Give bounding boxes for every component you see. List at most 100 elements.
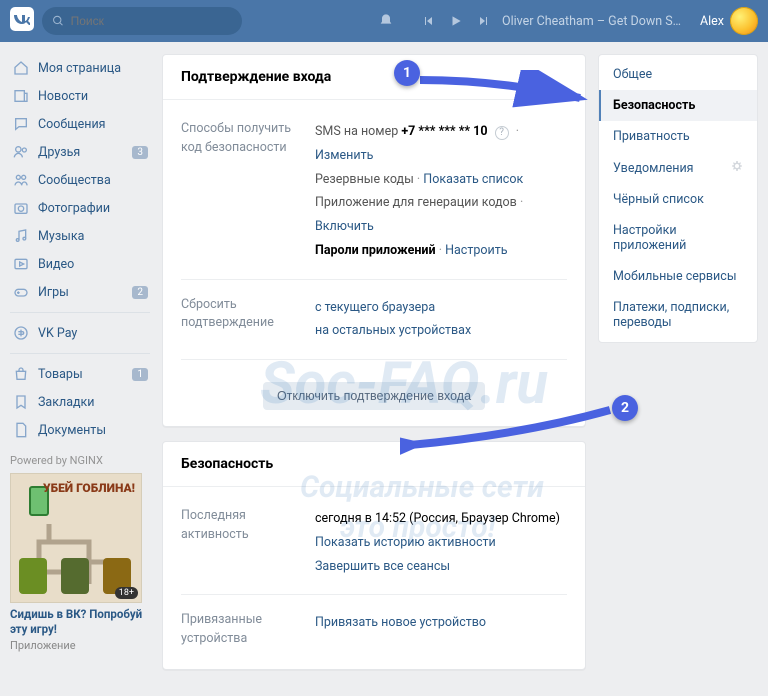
settings-nav-label: Мобильные сервисы	[613, 269, 737, 284]
news-icon	[12, 87, 30, 105]
row-content: SMS на номер +7 *** *** ** 10 ? Изменить…	[315, 120, 567, 263]
chat-icon	[12, 115, 30, 133]
main-layout: Моя страница Новости Сообщения Друзья 3 Сообщ…	[0, 42, 768, 696]
pay-icon	[12, 324, 30, 342]
ad-banner[interactable]: УБЕЙ ГОБЛИНА! 18+	[10, 473, 142, 603]
sms-label: SMS на номер	[315, 124, 398, 139]
settings-nav-item[interactable]: Уведомления	[599, 152, 757, 184]
photo-icon	[12, 199, 30, 217]
nav-separator	[10, 312, 150, 313]
sidebar-item-label: Новости	[38, 89, 88, 104]
market-icon	[12, 365, 30, 383]
configure-link[interactable]: Настроить	[439, 243, 508, 258]
sidebar-item-label: Игры	[38, 285, 69, 300]
search-input-wrapper[interactable]	[42, 7, 242, 35]
sidebar-item-label: Музыка	[38, 229, 84, 244]
sidebar-item-label: Друзья	[38, 145, 80, 160]
badge: 3	[132, 146, 148, 159]
row-label: Последняя активность	[181, 507, 301, 578]
settings-nav-label: Приватность	[613, 129, 690, 144]
reset-current-link[interactable]: с текущего браузера	[315, 300, 435, 315]
gear-icon[interactable]	[731, 160, 743, 176]
settings-nav: Общее Безопасность Приватность Уведомления Ч…	[598, 54, 758, 684]
friends-icon	[12, 143, 30, 161]
annotation-badge-1: 1	[394, 60, 420, 86]
annotation-arrow-1	[410, 70, 590, 110]
settings-nav-label: Безопасность	[613, 98, 695, 113]
sidebar-item-news[interactable]: Новости	[10, 82, 150, 110]
sidebar-item-games[interactable]: Игры2	[10, 278, 150, 306]
sidebar-item-home[interactable]: Моя страница	[10, 54, 150, 82]
powered-by: Powered by NGINX	[10, 454, 150, 467]
sidebar-item-chat[interactable]: Сообщения	[10, 110, 150, 138]
sidebar-item-label: Видео	[38, 257, 74, 272]
top-header: Oliver Cheatham – Get Down Saturd... Ale…	[0, 0, 768, 42]
sidebar-item-music[interactable]: Музыка	[10, 222, 150, 250]
now-playing[interactable]: Oliver Cheatham – Get Down Saturd...	[502, 14, 682, 29]
codegen-app-label: Приложение для генерации кодов	[315, 195, 517, 210]
help-icon[interactable]: ?	[495, 126, 509, 140]
bell-icon[interactable]	[375, 13, 397, 29]
sidebar-item-bookmark[interactable]: Закладки	[10, 388, 150, 416]
settings-nav-label: Общее	[613, 67, 652, 82]
settings-nav-item[interactable]: Платежи, подписки, переводы	[599, 292, 757, 338]
badge: 1	[132, 368, 148, 381]
phone-masked: +7 *** *** ** 10	[401, 124, 487, 139]
end-all-sessions-link[interactable]: Завершить все сеансы	[315, 559, 450, 574]
groups-icon	[12, 171, 30, 189]
games-icon	[12, 283, 30, 301]
video-icon	[12, 255, 30, 273]
play-icon[interactable]	[445, 14, 467, 28]
sidebar-item-market[interactable]: Товары1	[10, 360, 150, 388]
prev-track-icon[interactable]	[417, 15, 439, 27]
last-activity-value: сегодня в 14:52 (Россия, Браузер Chrome)	[315, 507, 567, 531]
row-label: Привязанные устройства	[181, 611, 301, 649]
ad-subtitle: Приложение	[10, 639, 150, 652]
show-history-link[interactable]: Показать историю активности	[315, 535, 496, 550]
docs-icon	[12, 421, 30, 439]
search-icon	[52, 14, 65, 28]
security-card: Безопасность Последняя активность сегодн…	[162, 441, 586, 670]
age-badge: 18+	[115, 587, 138, 599]
nav-separator	[10, 353, 150, 354]
sidebar-item-label: VK Pay	[38, 326, 77, 341]
sidebar-item-photo[interactable]: Фотографии	[10, 194, 150, 222]
left-nav: Моя страница Новости Сообщения Друзья 3 Сообщ…	[10, 54, 150, 684]
show-list-link[interactable]: Показать список	[417, 172, 523, 187]
sidebar-item-label: Сообщения	[38, 117, 106, 132]
sidebar-item-pay[interactable]: VK Pay	[10, 319, 150, 347]
sidebar-item-docs[interactable]: Документы	[10, 416, 150, 444]
backup-codes-label: Резервные коды	[315, 172, 414, 187]
vk-logo-icon[interactable]	[10, 7, 34, 35]
sidebar-item-label: Закладки	[38, 395, 95, 410]
ad-title[interactable]: Сидишь в ВК? Попробуй эту игру!	[10, 607, 150, 637]
bookmark-icon	[12, 393, 30, 411]
next-track-icon[interactable]	[473, 15, 495, 27]
settings-nav-item[interactable]: Мобильные сервисы	[599, 261, 757, 292]
settings-nav-item[interactable]: Общее	[599, 59, 757, 90]
sidebar-item-friends[interactable]: Друзья 3	[10, 138, 150, 166]
reset-others-link[interactable]: на остальных устройствах	[315, 323, 471, 338]
settings-nav-item[interactable]: Чёрный список	[599, 184, 757, 215]
content: Подтверждение входа Способы получить код…	[162, 54, 586, 684]
sidebar-item-groups[interactable]: Сообщества	[10, 166, 150, 194]
settings-nav-item[interactable]: Безопасность	[599, 90, 757, 121]
settings-nav-item[interactable]: Приватность	[599, 121, 757, 152]
app-passwords-label: Пароли приложений	[315, 243, 436, 258]
bind-new-device-link[interactable]: Привязать новое устройство	[315, 615, 486, 630]
username[interactable]: Alex	[700, 14, 724, 29]
ad-caption: УБЕЙ ГОБЛИНА!	[43, 482, 135, 495]
settings-nav-item[interactable]: Настройки приложений	[599, 215, 757, 261]
music-icon	[12, 227, 30, 245]
annotation-badge-2: 2	[612, 395, 638, 421]
sidebar-item-video[interactable]: Видео	[10, 250, 150, 278]
avatar[interactable]	[730, 7, 758, 35]
row-label: Сбросить подтверждение	[181, 296, 301, 344]
settings-nav-label: Чёрный список	[613, 192, 704, 207]
annotation-arrow-2	[400, 405, 620, 455]
row-label: Способы получить код безопасности	[181, 120, 301, 263]
search-input[interactable]	[71, 14, 232, 28]
sidebar-item-label: Моя страница	[38, 61, 121, 76]
settings-nav-label: Уведомления	[613, 161, 694, 176]
sidebar-item-label: Документы	[38, 423, 106, 438]
